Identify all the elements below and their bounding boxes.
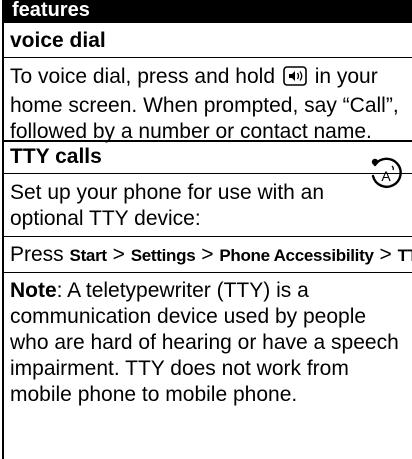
divider bbox=[2, 57, 412, 58]
voice-dial-line-1: To voice dial, press and hold in your bbox=[10, 64, 408, 93]
divider bbox=[2, 272, 412, 273]
press-label: Press bbox=[10, 243, 64, 266]
tty-intro-text: Set up your phone for use with an option… bbox=[10, 180, 408, 232]
menu-item-phone-accessibility: Phone Accessibility bbox=[219, 246, 374, 265]
note-line-3: who are hard of hearing or have a speech bbox=[10, 331, 399, 354]
menu-item-settings: Settings bbox=[130, 246, 196, 265]
menu-separator: > bbox=[379, 243, 392, 266]
note-line-1: Note: A teletypewriter (TTY) is a bbox=[10, 279, 309, 302]
tty-note: Note: A teletypewriter (TTY) is a commun… bbox=[10, 278, 408, 408]
tty-menu-path: Press Start > Settings > Phone Accessibi… bbox=[10, 242, 412, 269]
manual-page: features voice dial To voice dial, press… bbox=[0, 0, 412, 459]
divider bbox=[2, 236, 412, 237]
menu-separator: > bbox=[112, 243, 125, 266]
voice-dial-text: To voice dial, press and hold in your ho… bbox=[10, 64, 408, 145]
menu-item-start: Start bbox=[69, 246, 108, 265]
divider bbox=[2, 140, 412, 142]
tty-calls-heading: TTY calls bbox=[10, 145, 102, 168]
note-line-2: communication device used by people bbox=[10, 305, 367, 328]
section-title: features bbox=[12, 0, 90, 21]
note-label: Note bbox=[10, 279, 57, 302]
note-line-5: mobile phone to mobile phone. bbox=[10, 383, 298, 406]
menu-separator: > bbox=[201, 243, 214, 266]
voice-key-icon bbox=[283, 66, 307, 93]
tty-intro-line-2: optional TTY device: bbox=[10, 207, 201, 230]
voice-dial-line-2: home screen. When prompted, say “Call”, bbox=[10, 94, 399, 117]
divider bbox=[2, 21, 412, 23]
tty-intro-line-1: Set up your phone for use with an bbox=[10, 181, 325, 204]
voice-dial-heading: voice dial bbox=[10, 29, 106, 52]
divider bbox=[2, 173, 412, 174]
menu-item-tty: TTY bbox=[397, 246, 412, 265]
note-line-4: impairment. TTY does not work from bbox=[10, 357, 349, 380]
section-header-bar: features bbox=[2, 0, 412, 21]
left-border bbox=[2, 0, 4, 459]
